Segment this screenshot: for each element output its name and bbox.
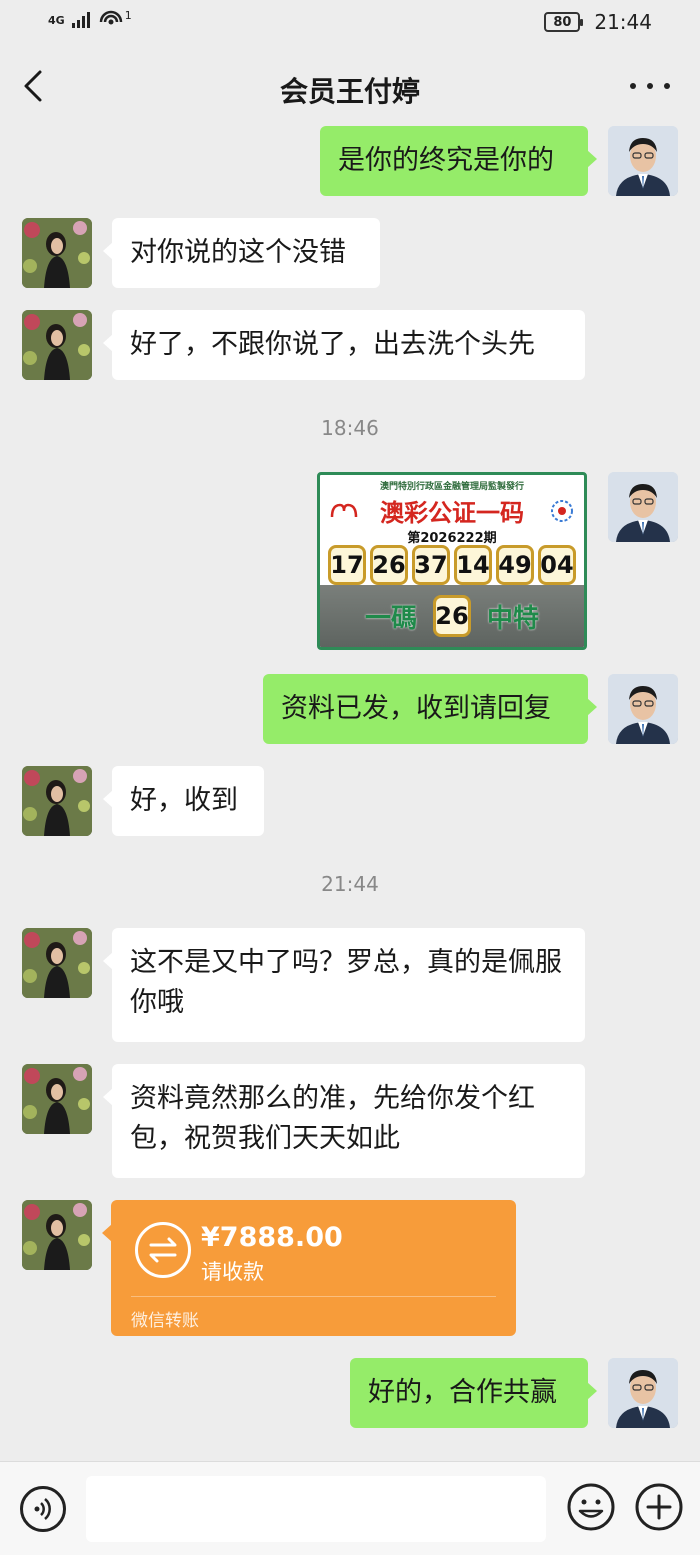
emoji-icon <box>567 1483 615 1531</box>
avatar-contact[interactable] <box>22 310 92 380</box>
avatar-self[interactable] <box>608 126 678 196</box>
message-bubble-outgoing[interactable]: 资料已发，收到请回复 <box>263 674 597 744</box>
avatar-contact[interactable] <box>22 1200 92 1270</box>
person-avatar-icon <box>608 674 678 744</box>
status-bar: 4G 1 80 21:44 <box>0 0 700 44</box>
lottery-bottom-left: 一碼 <box>364 603 417 634</box>
message-text: 对你说的这个没错 <box>130 237 346 268</box>
more-button[interactable] <box>630 74 670 98</box>
person-avatar-icon <box>608 126 678 196</box>
person-avatar-icon <box>22 928 92 998</box>
avatar-self[interactable] <box>608 674 678 744</box>
avatar-contact[interactable] <box>22 928 92 998</box>
avatar-contact[interactable] <box>22 218 92 288</box>
lottery-special-row: 一碼 26 中特 <box>320 585 584 647</box>
chat-title: 会员王付婷 <box>279 75 420 108</box>
timestamp: 21:44 <box>321 872 379 896</box>
network-indicator: 4G <box>48 13 65 27</box>
message-bubble-incoming[interactable]: 对你说的这个没错 <box>103 218 380 288</box>
lottery-bottom-right: 中特 <box>487 603 540 634</box>
message-bubble-incoming[interactable]: 资料竟然那么的准，先给你发个红包，祝贺我们天天如此 <box>103 1064 585 1178</box>
message-text: 资料已发，收到请回复 <box>281 693 551 724</box>
wifi-icon <box>99 10 122 25</box>
emoji-button[interactable] <box>566 1482 616 1532</box>
signal-icon <box>71 12 90 28</box>
lottery-number: 04 <box>538 545 576 585</box>
wifi-badge: 1 <box>124 8 132 22</box>
plus-button[interactable] <box>634 1482 684 1532</box>
avatar-contact[interactable] <box>22 1064 92 1134</box>
lottery-number: 26 <box>370 545 408 585</box>
message-text: 这不是又中了吗？罗总，真的是佩服你哦 <box>130 947 562 1018</box>
timestamp: 18:46 <box>321 416 379 440</box>
battery-level: 80 <box>553 14 572 30</box>
status-time: 21:44 <box>594 10 652 34</box>
transfer-status: 请收款 <box>201 1260 264 1284</box>
more-dot <box>664 83 670 89</box>
lottery-number: 17 <box>328 545 366 585</box>
lottery-title: 澳彩公证一码 <box>380 498 524 527</box>
message-text: 资料竟然那么的准，先给你发个红包，祝贺我们天天如此 <box>130 1083 535 1154</box>
transfer-label: 微信转账 <box>131 1311 199 1331</box>
person-avatar-icon <box>22 1200 92 1270</box>
more-dots-icon <box>630 83 636 89</box>
input-bar <box>0 1461 700 1555</box>
lottery-numbers: 17 26 37 14 49 04 <box>328 545 576 585</box>
person-avatar-icon <box>22 218 92 288</box>
person-avatar-icon <box>22 1064 92 1134</box>
message-text: 好，收到 <box>130 785 238 816</box>
lottery-image-message[interactable]: 澳門特別行政區金融管理局監製發行 澳彩公证一码 第2026222期 17 26 … <box>317 472 587 650</box>
lottery-special-number: 26 <box>433 595 471 637</box>
transfer-message[interactable]: ¥7888.00 请收款 微信转账 <box>102 1200 516 1336</box>
lottery-issue-number: 第2026222期 <box>407 531 497 546</box>
plus-icon <box>635 1483 683 1531</box>
transfer-arrows-icon <box>149 1237 177 1263</box>
chat-header: 会员王付婷 <box>0 44 700 132</box>
battery-icon: 80 <box>544 12 584 32</box>
transfer-amount: ¥7888.00 <box>201 1222 343 1253</box>
lottery-number: 37 <box>412 545 450 585</box>
person-avatar-icon <box>22 310 92 380</box>
message-input[interactable] <box>86 1476 546 1542</box>
divider <box>131 1296 496 1297</box>
person-avatar-icon <box>608 472 678 542</box>
message-bubble-incoming[interactable]: 好，收到 <box>103 766 264 836</box>
avatar-self[interactable] <box>608 472 678 542</box>
transfer-icon <box>135 1222 191 1278</box>
message-text: 是你的终究是你的 <box>338 145 554 176</box>
lottery-number: 14 <box>454 545 492 585</box>
message-bubble-incoming[interactable]: 这不是又中了吗？罗总，真的是佩服你哦 <box>103 928 585 1042</box>
person-avatar-icon <box>608 1358 678 1428</box>
avatar-self[interactable] <box>608 1358 678 1428</box>
message-bubble-outgoing[interactable]: 好的，合作共赢 <box>350 1358 597 1428</box>
message-bubble-incoming[interactable]: 好了，不跟你说了，出去洗个头先 <box>103 310 585 380</box>
voice-button[interactable] <box>20 1486 66 1532</box>
more-dot <box>647 83 653 89</box>
message-bubble-outgoing[interactable]: 是你的终究是你的 <box>320 126 597 196</box>
message-text: 好了，不跟你说了，出去洗个头先 <box>130 329 535 360</box>
message-text: 好的，合作共赢 <box>368 1377 557 1408</box>
lottery-issuer: 澳門特別行政區金融管理局監製發行 <box>379 482 524 492</box>
lottery-number: 49 <box>496 545 534 585</box>
voice-icon <box>34 1498 51 1520</box>
avatar-contact[interactable] <box>22 766 92 836</box>
person-avatar-icon <box>22 766 92 836</box>
